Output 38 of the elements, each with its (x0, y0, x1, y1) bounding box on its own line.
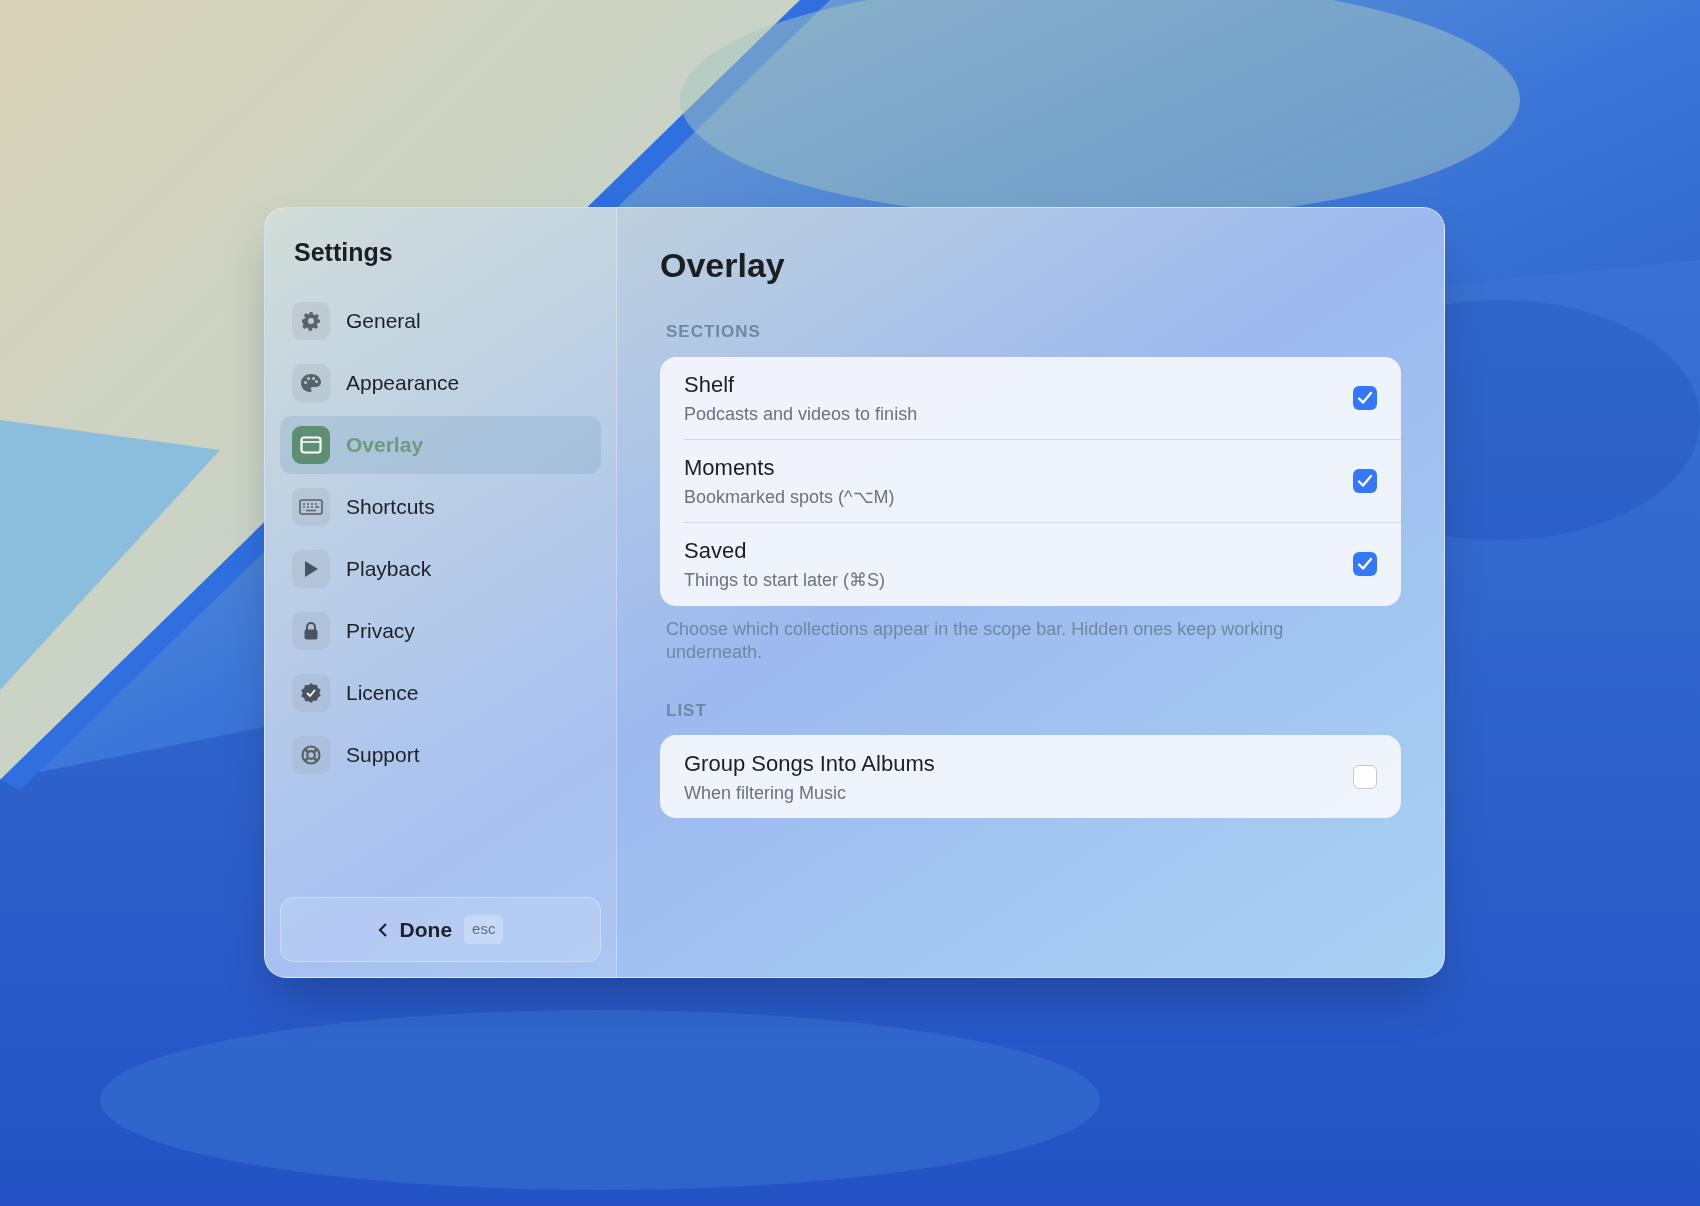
play-icon (303, 559, 319, 578)
sidebar-item[interactable]: Appearance (280, 353, 601, 412)
sidebar-item[interactable]: Playback (280, 539, 601, 598)
row-subtitle: Things to start later (⌘S) (684, 569, 887, 592)
page-title: Overlay (660, 245, 786, 286)
section-heading: LIST (665, 699, 708, 722)
sidebar-item[interactable]: Shortcuts (280, 477, 601, 536)
check-icon (1357, 557, 1373, 571)
sidebar-item[interactable]: Licence (280, 663, 601, 722)
shortcut-key: esc (464, 915, 504, 944)
done-button[interactable]: Done esc (280, 897, 601, 962)
row-subtitle: When filtering Music (684, 781, 848, 805)
checkbox[interactable] (1353, 468, 1377, 493)
sidebar-title: Settings (293, 237, 394, 268)
palette-icon (300, 372, 322, 393)
checkbox[interactable] (1353, 552, 1377, 576)
row-subtitle: Bookmarked spots (^⌥M) (684, 485, 896, 509)
check-icon (1357, 473, 1373, 488)
lifebuoy-icon (300, 743, 322, 766)
row-title: Moments (684, 453, 776, 482)
lock-icon (303, 620, 319, 641)
row-title: Shelf (684, 370, 736, 399)
row-title: Group Songs Into Albums (684, 749, 936, 778)
chevron-left-icon (377, 921, 388, 938)
row-title: Saved (684, 537, 748, 565)
gear-icon (301, 310, 321, 331)
sidebar-item[interactable]: General (280, 291, 601, 350)
sidebar-item[interactable]: Support (280, 725, 601, 784)
row-subtitle: Podcasts and videos to finish (684, 402, 919, 426)
keyboard-icon (299, 498, 323, 515)
check-icon (1357, 390, 1373, 405)
checkbox[interactable] (1353, 764, 1377, 789)
footnote: Choose which collections appear in the scope bar. Hidden ones keep working underneath. (665, 617, 1285, 664)
sidebar-item[interactable]: Privacy (280, 601, 601, 660)
badge-check-icon (300, 681, 322, 704)
window-icon (300, 435, 322, 454)
checkbox[interactable] (1353, 385, 1377, 410)
section-heading: SECTIONS (665, 321, 762, 343)
